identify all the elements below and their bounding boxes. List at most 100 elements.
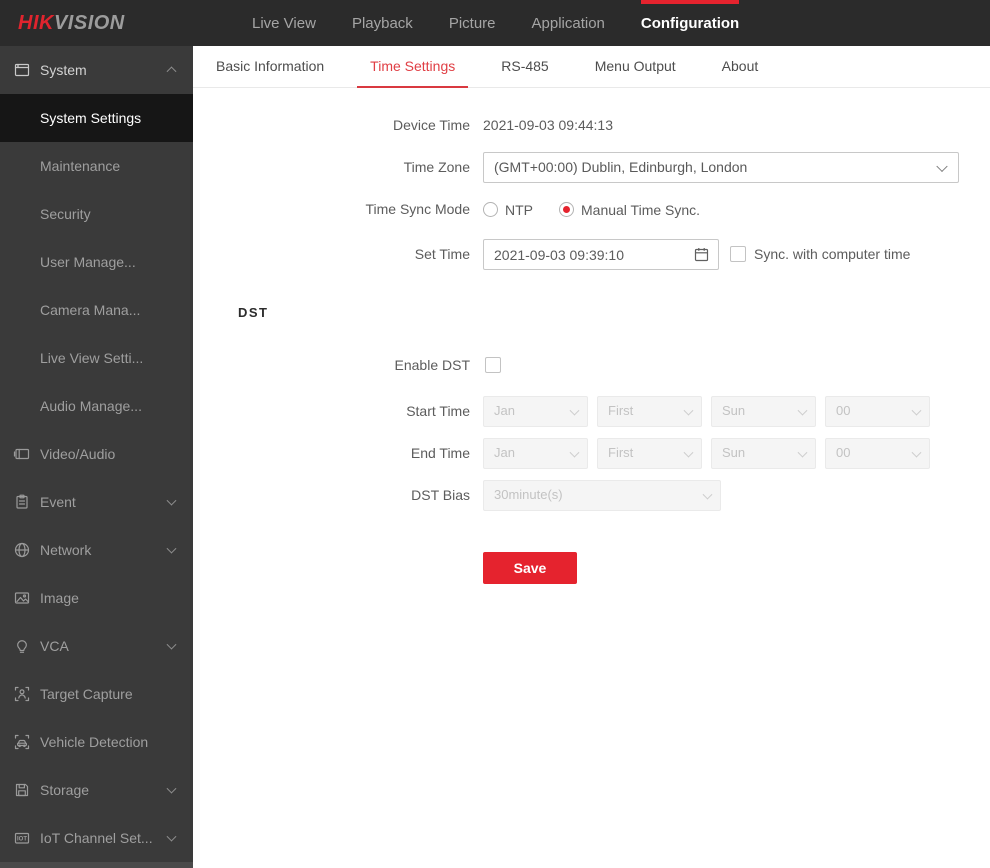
- dst-start-hour-select: 00: [825, 396, 930, 427]
- sidebar-item-label: System: [40, 62, 87, 78]
- dst-start-month-value: Jan: [494, 403, 515, 418]
- hikvision-config-page: HIK VISION Live View Playback Picture App…: [0, 0, 990, 868]
- sidebar-item-label: Vehicle Detection: [40, 734, 149, 750]
- sidebar-item-live-view-settings[interactable]: Live View Setti...: [0, 334, 193, 382]
- sidebar-item-label: Security: [40, 206, 91, 222]
- sync-with-computer-checkbox[interactable]: [730, 246, 746, 262]
- image-icon: [13, 589, 31, 607]
- vehicle-detection-icon: [13, 733, 31, 751]
- sidebar-item-label: Image: [40, 590, 79, 606]
- enable-dst-row: Enable DST: [193, 350, 990, 381]
- dst-end-week-value: First: [608, 445, 634, 460]
- sidebar-item-vehicle-detection[interactable]: Vehicle Detection: [0, 718, 193, 766]
- chevron-down-icon: [569, 405, 580, 416]
- sidebar-item-video-audio[interactable]: Video/Audio: [0, 430, 193, 478]
- network-icon: [13, 541, 31, 559]
- settings-tabbar: Basic Information Time Settings RS-485 M…: [193, 46, 990, 88]
- partially-visible-sidebar-item: [0, 862, 193, 868]
- chevron-down-icon: [166, 831, 177, 842]
- sidebar-item-image[interactable]: Image: [0, 574, 193, 622]
- dst-start-day-value: Sun: [722, 403, 746, 418]
- nav-application[interactable]: Application: [532, 0, 605, 46]
- save-button[interactable]: Save: [483, 552, 577, 584]
- start-time-label: Start Time: [406, 403, 470, 419]
- chevron-down-icon: [683, 405, 694, 416]
- sidebar: System System Settings Maintenance Secur…: [0, 46, 193, 868]
- system-icon: [13, 61, 31, 79]
- tab-time-settings[interactable]: Time Settings: [357, 46, 469, 88]
- nav-configuration[interactable]: Configuration: [640, 0, 740, 46]
- end-time-label: End Time: [410, 445, 470, 461]
- logo-text-hik: HIK: [18, 11, 54, 34]
- dst-end-month-value: Jan: [494, 445, 515, 460]
- sidebar-item-vca[interactable]: VCA: [0, 622, 193, 670]
- storage-icon: [13, 781, 31, 799]
- set-time-label: Set Time: [414, 246, 470, 262]
- tab-about[interactable]: About: [709, 46, 772, 88]
- chevron-down-icon: [911, 447, 922, 458]
- set-time-row: Set Time Sync. with computer time: [193, 239, 990, 270]
- dst-end-hour-select: 00: [825, 438, 930, 469]
- ntp-radio-label[interactable]: NTP: [505, 202, 533, 218]
- sidebar-item-event[interactable]: Event: [0, 478, 193, 526]
- time-zone-select[interactable]: (GMT+00:00) Dublin, Edinburgh, London: [483, 152, 959, 183]
- tab-basic-information[interactable]: Basic Information: [203, 46, 337, 88]
- chevron-down-icon: [702, 489, 713, 500]
- nav-playback[interactable]: Playback: [352, 0, 413, 46]
- sidebar-item-camera-management[interactable]: Camera Mana...: [0, 286, 193, 334]
- chevron-down-icon: [911, 405, 922, 416]
- device-time-label: Device Time: [392, 117, 470, 133]
- dst-section-title: DST: [238, 305, 269, 320]
- content-area: Basic Information Time Settings RS-485 M…: [193, 46, 990, 868]
- time-sync-mode-row: Time Sync Mode NTP Manual Time Sync.: [193, 194, 990, 225]
- chevron-down-icon: [797, 405, 808, 416]
- sidebar-item-target-capture[interactable]: Target Capture: [0, 670, 193, 718]
- sidebar-item-user-management[interactable]: User Manage...: [0, 238, 193, 286]
- sidebar-item-security[interactable]: Security: [0, 190, 193, 238]
- sidebar-item-storage[interactable]: Storage: [0, 766, 193, 814]
- sidebar-item-maintenance[interactable]: Maintenance: [0, 142, 193, 190]
- chevron-down-icon: [166, 639, 177, 650]
- sidebar-item-audio-management[interactable]: Audio Manage...: [0, 382, 193, 430]
- nav-live-view[interactable]: Live View: [252, 0, 316, 46]
- manual-time-sync-radio-label[interactable]: Manual Time Sync.: [581, 202, 700, 218]
- sidebar-item-network[interactable]: Network: [0, 526, 193, 574]
- sidebar-item-label: Storage: [40, 782, 90, 798]
- chevron-down-icon: [166, 495, 177, 506]
- top-bar: HIK VISION Live View Playback Picture App…: [0, 0, 990, 46]
- time-sync-mode-label: Time Sync Mode: [365, 201, 470, 217]
- dst-bias-value: 30minute(s): [494, 487, 563, 502]
- calendar-icon[interactable]: [693, 246, 710, 263]
- tab-rs-485[interactable]: RS-485: [488, 46, 561, 88]
- time-zone-row: Time Zone (GMT+00:00) Dublin, Edinburgh,…: [193, 152, 990, 183]
- sidebar-item-label: Maintenance: [40, 158, 121, 174]
- ntp-radio[interactable]: [483, 202, 498, 217]
- sidebar-item-label: VCA: [40, 638, 69, 654]
- time-zone-label: Time Zone: [403, 159, 470, 175]
- sidebar-item-label: System Settings: [40, 110, 142, 126]
- dst-start-hour-value: 00: [836, 403, 851, 418]
- save-row: Save: [193, 552, 990, 584]
- sidebar-item-system[interactable]: System: [0, 46, 193, 94]
- chevron-down-icon: [936, 160, 948, 172]
- main-nav: Live View Playback Picture Application C…: [252, 0, 740, 46]
- time-sync-mode-group: NTP Manual Time Sync.: [483, 194, 700, 225]
- sidebar-item-label: Video/Audio: [40, 446, 116, 462]
- video-audio-icon: [13, 445, 31, 463]
- sidebar-item-label: User Manage...: [40, 254, 136, 270]
- iot-icon: IOT: [13, 829, 31, 847]
- nav-picture[interactable]: Picture: [449, 0, 496, 46]
- hikvision-logo: HIK VISION: [18, 0, 125, 46]
- sidebar-item-iot-channel-settings[interactable]: IOT IoT Channel Set...: [0, 814, 193, 862]
- dst-start-week-select: First: [597, 396, 702, 427]
- logo-text-vision: VISION: [53, 11, 125, 34]
- enable-dst-label: Enable DST: [394, 357, 470, 373]
- set-time-input[interactable]: [483, 239, 719, 270]
- enable-dst-checkbox[interactable]: [485, 357, 501, 373]
- sidebar-item-system-settings[interactable]: System Settings: [0, 94, 193, 142]
- tab-menu-output[interactable]: Menu Output: [582, 46, 689, 88]
- sync-with-computer-label[interactable]: Sync. with computer time: [754, 239, 910, 270]
- chevron-down-icon: [797, 447, 808, 458]
- dst-end-hour-value: 00: [836, 445, 851, 460]
- manual-time-sync-radio[interactable]: [559, 202, 574, 217]
